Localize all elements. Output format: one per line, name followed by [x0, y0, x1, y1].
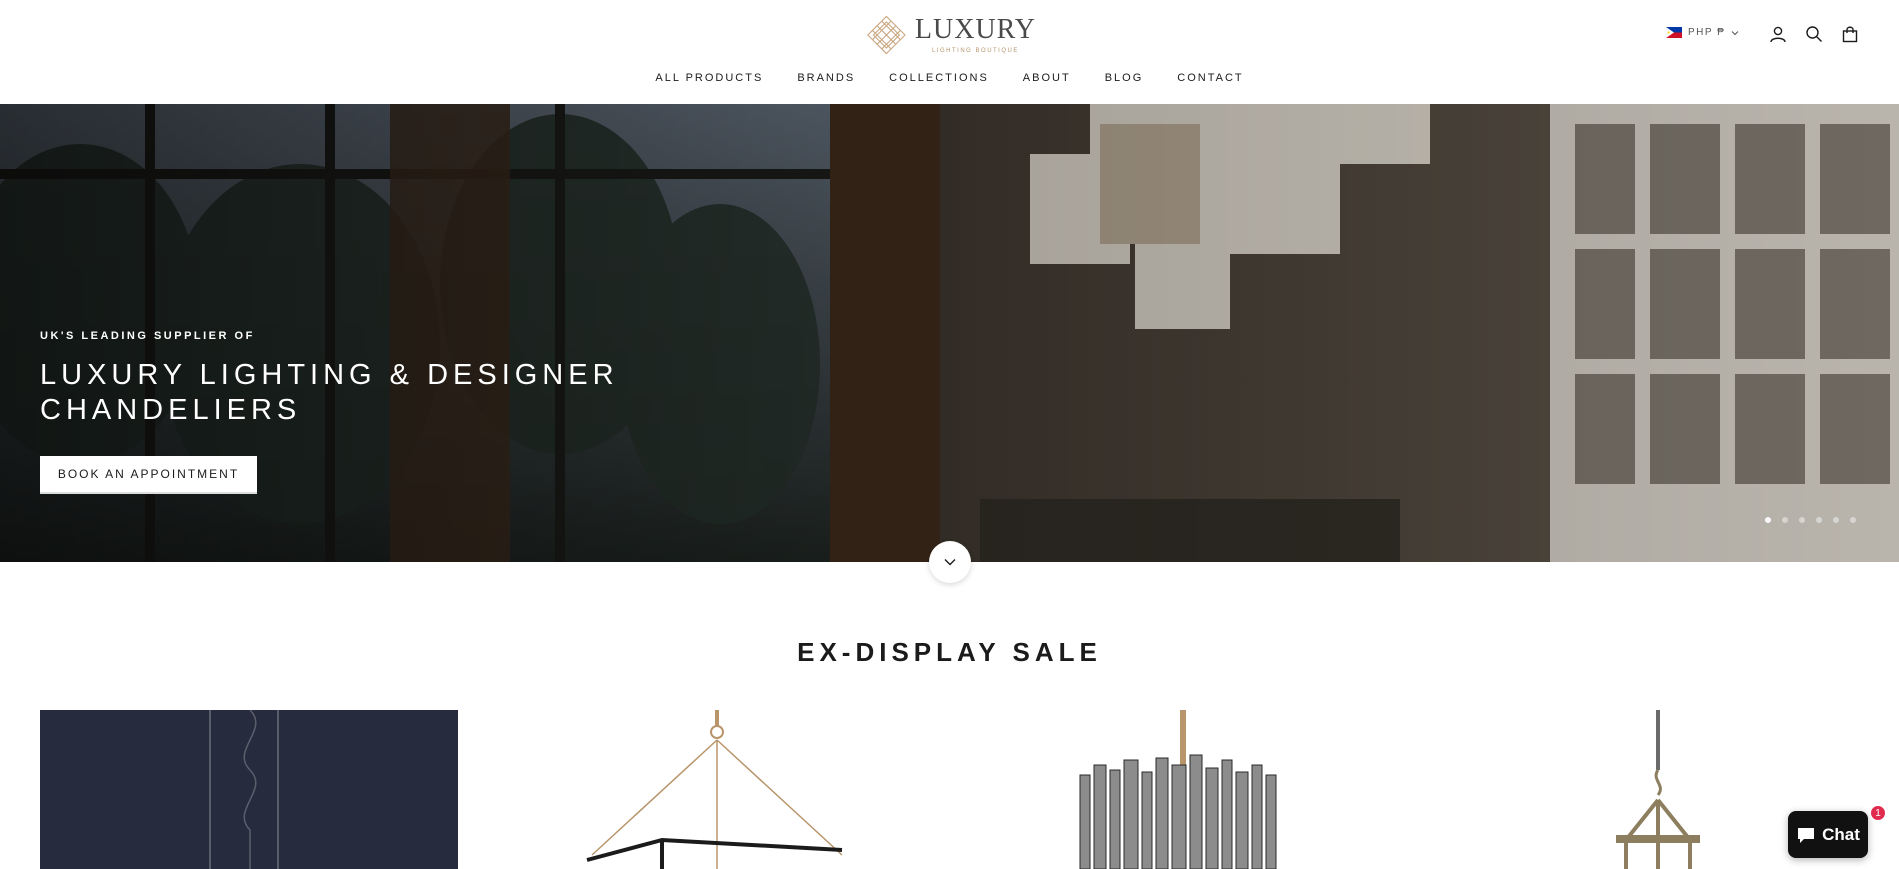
- chevron-down-icon: [944, 559, 956, 566]
- main-nav: ALL PRODUCTS BRANDS COLLECTIONS ABOUT BL…: [0, 72, 1899, 84]
- chat-notification-badge: 1: [1870, 805, 1886, 821]
- section-title: EX-DISPLAY SALE: [797, 637, 1102, 667]
- product-card-3[interactable]: [984, 710, 1402, 869]
- logo-wordmark: LUXURY: [914, 14, 1036, 45]
- product-card-1[interactable]: [40, 710, 458, 869]
- site-header: LUXURY LIGHTING BOUTIQUE ALL PRODUCTS BR…: [0, 0, 1899, 104]
- nav-item-collections[interactable]: COLLECTIONS: [889, 72, 989, 84]
- nav-item-blog[interactable]: BLOG: [1105, 72, 1144, 84]
- product-image-3: [1079, 710, 1277, 869]
- product-card-2[interactable]: [512, 710, 930, 869]
- currency-selector[interactable]: PHP ₱: [1666, 27, 1739, 38]
- hero-title-line-2: CHANDELIERS: [40, 394, 302, 426]
- search-icon[interactable]: [1804, 24, 1824, 44]
- logo-mark-icon: [867, 15, 906, 55]
- cart-icon[interactable]: [1840, 24, 1860, 44]
- chat-button[interactable]: Chat: [1788, 811, 1868, 858]
- slide-dot-1[interactable]: [1765, 517, 1771, 523]
- chat-label: Chat: [1822, 824, 1860, 844]
- slide-dot-2[interactable]: [1782, 517, 1788, 523]
- slide-dot-4[interactable]: [1816, 517, 1822, 523]
- slide-dot-3[interactable]: [1799, 517, 1805, 523]
- hero-content: UK'S LEADING SUPPLIER OF LUXURY LIGHTING…: [40, 330, 619, 494]
- slide-dot-6[interactable]: [1850, 517, 1856, 523]
- hero-slideshow: UK'S LEADING SUPPLIER OF LUXURY LIGHTING…: [0, 104, 1899, 562]
- nav-item-all-products[interactable]: ALL PRODUCTS: [655, 72, 763, 84]
- chevron-down-icon: [1731, 30, 1739, 35]
- hero-title-line-1: LUXURY LIGHTING & DESIGNER: [40, 359, 619, 391]
- scroll-down-button[interactable]: [929, 541, 971, 583]
- product-image-2: [586, 710, 843, 869]
- philippines-flag-icon: [1666, 27, 1682, 38]
- logo[interactable]: LUXURY LIGHTING BOUTIQUE: [866, 12, 1036, 58]
- product-image-1: [209, 710, 279, 869]
- account-icon[interactable]: [1768, 24, 1788, 44]
- nav-item-contact[interactable]: CONTACT: [1177, 72, 1243, 84]
- chat-bubble-icon: [1798, 827, 1815, 843]
- slideshow-dots: [1765, 517, 1856, 523]
- currency-label: PHP ₱: [1688, 27, 1726, 38]
- nav-item-about[interactable]: ABOUT: [1023, 72, 1071, 84]
- book-appointment-button[interactable]: BOOK AN APPOINTMENT: [40, 456, 257, 494]
- nav-item-brands[interactable]: BRANDS: [797, 72, 855, 84]
- slide-dot-5[interactable]: [1833, 517, 1839, 523]
- hero-title: LUXURY LIGHTING & DESIGNER CHANDELIERS: [40, 358, 619, 428]
- logo-tagline: LIGHTING BOUTIQUE: [932, 48, 1019, 54]
- hero-eyebrow: UK'S LEADING SUPPLIER OF: [40, 330, 255, 342]
